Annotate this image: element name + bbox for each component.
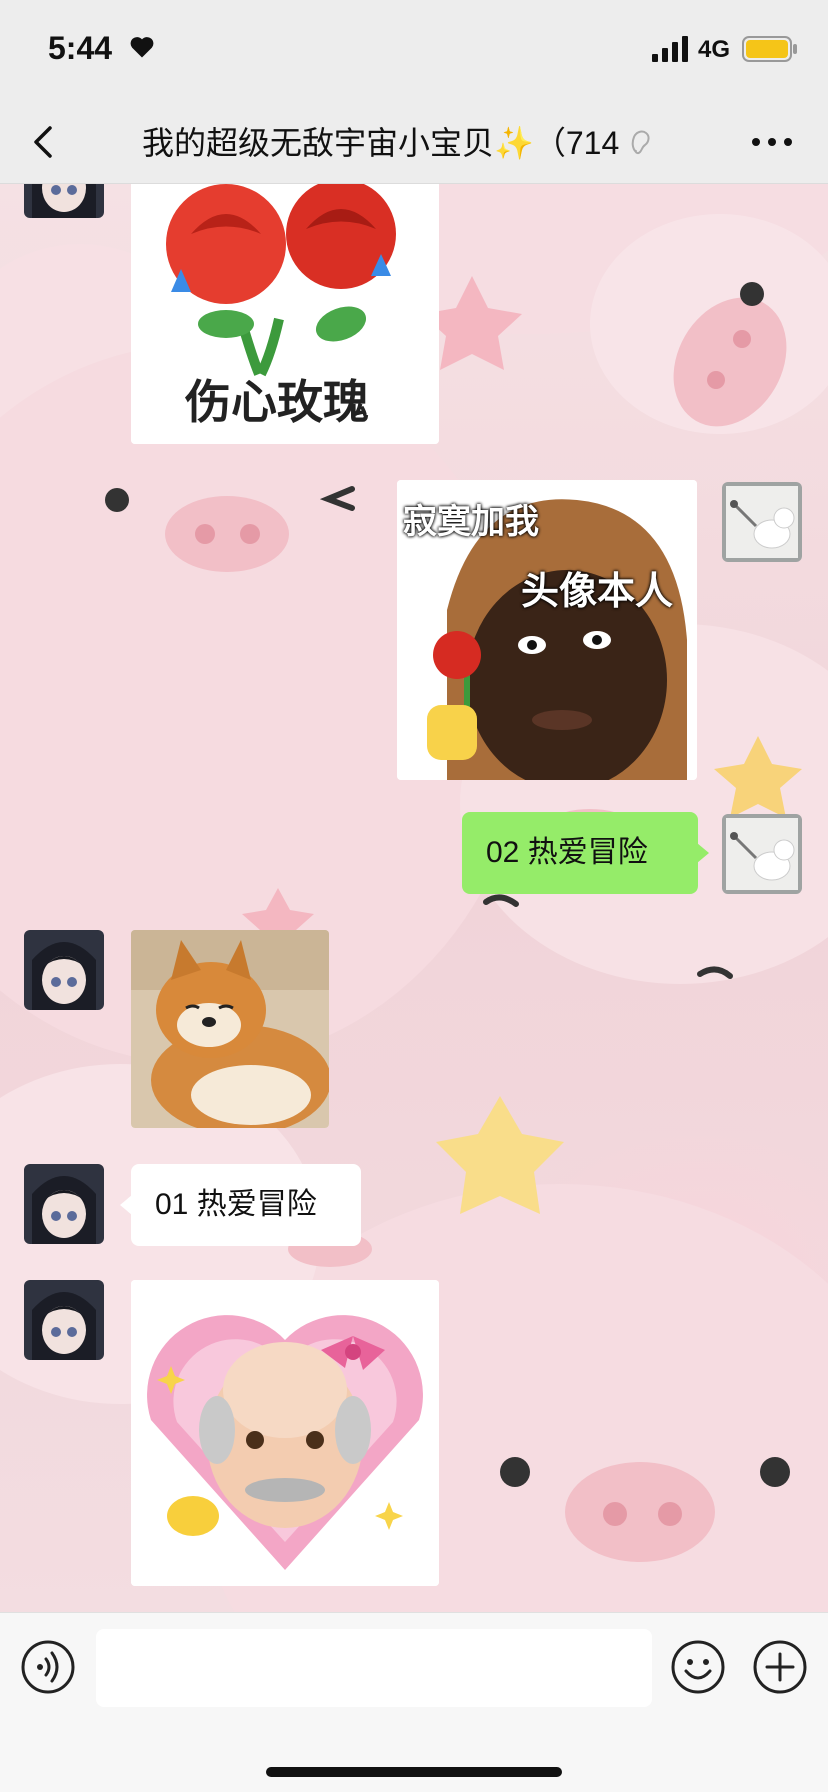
message-text: 01 热爱冒险 [155, 1188, 317, 1221]
chat-title: 我的超级无敌宇宙小宝贝✨（714 [142, 118, 702, 164]
status-time: 5:44 [48, 30, 113, 66]
sticker-dog-photo[interactable] [131, 930, 329, 1128]
avatar-left[interactable] [24, 184, 104, 218]
bubble-tail [697, 843, 709, 863]
plus-icon[interactable] [752, 1639, 808, 1695]
message-input[interactable] [96, 1629, 652, 1707]
sticker-caption-top: 寂寞加我 [403, 503, 539, 541]
avatar-left[interactable] [24, 1164, 104, 1244]
smiley-icon[interactable] [670, 1639, 726, 1695]
sticker-rose-meme[interactable]: 寂寞加我 头像本人 [397, 480, 697, 780]
home-indicator[interactable] [266, 1767, 562, 1777]
sticker-heart-grandpa[interactable] [131, 1280, 439, 1586]
avatar-left[interactable] [24, 1280, 104, 1360]
ear-icon [631, 130, 650, 155]
nav-bar: 我的超级无敌宇宙小宝贝✨（714 [0, 100, 828, 184]
sticker-caption-bottom: 头像本人 [521, 571, 674, 613]
battery-icon [742, 36, 797, 62]
message-bubble-sent[interactable]: 02 热爱冒险 [462, 812, 698, 894]
chevron-left-icon[interactable] [24, 122, 64, 162]
chat-area[interactable]: 伤心玫瑰 寂寞加我 头像本人 02 热爱冒险 01 热爱冒险 [0, 184, 828, 1612]
chat-title-text: 我的超级无敌宇宙小宝贝✨（714 [142, 125, 620, 161]
signal-icon [652, 36, 688, 62]
status-bar: 5:44 4G [0, 0, 828, 100]
network-label: 4G [698, 36, 731, 63]
sticker-caption: 伤心玫瑰 [185, 376, 369, 428]
message-bubble-received[interactable]: 01 热爱冒险 [131, 1164, 361, 1246]
input-bar [0, 1612, 828, 1792]
heart-icon [130, 37, 154, 58]
sticker-sad-rose[interactable]: 伤心玫瑰 [131, 184, 439, 444]
avatar-self[interactable] [722, 814, 802, 894]
voice-icon[interactable] [20, 1639, 76, 1695]
avatar-self[interactable] [722, 482, 802, 562]
message-text: 02 热爱冒险 [486, 836, 648, 869]
more-icon[interactable] [748, 126, 796, 158]
avatar-left[interactable] [24, 930, 104, 1010]
